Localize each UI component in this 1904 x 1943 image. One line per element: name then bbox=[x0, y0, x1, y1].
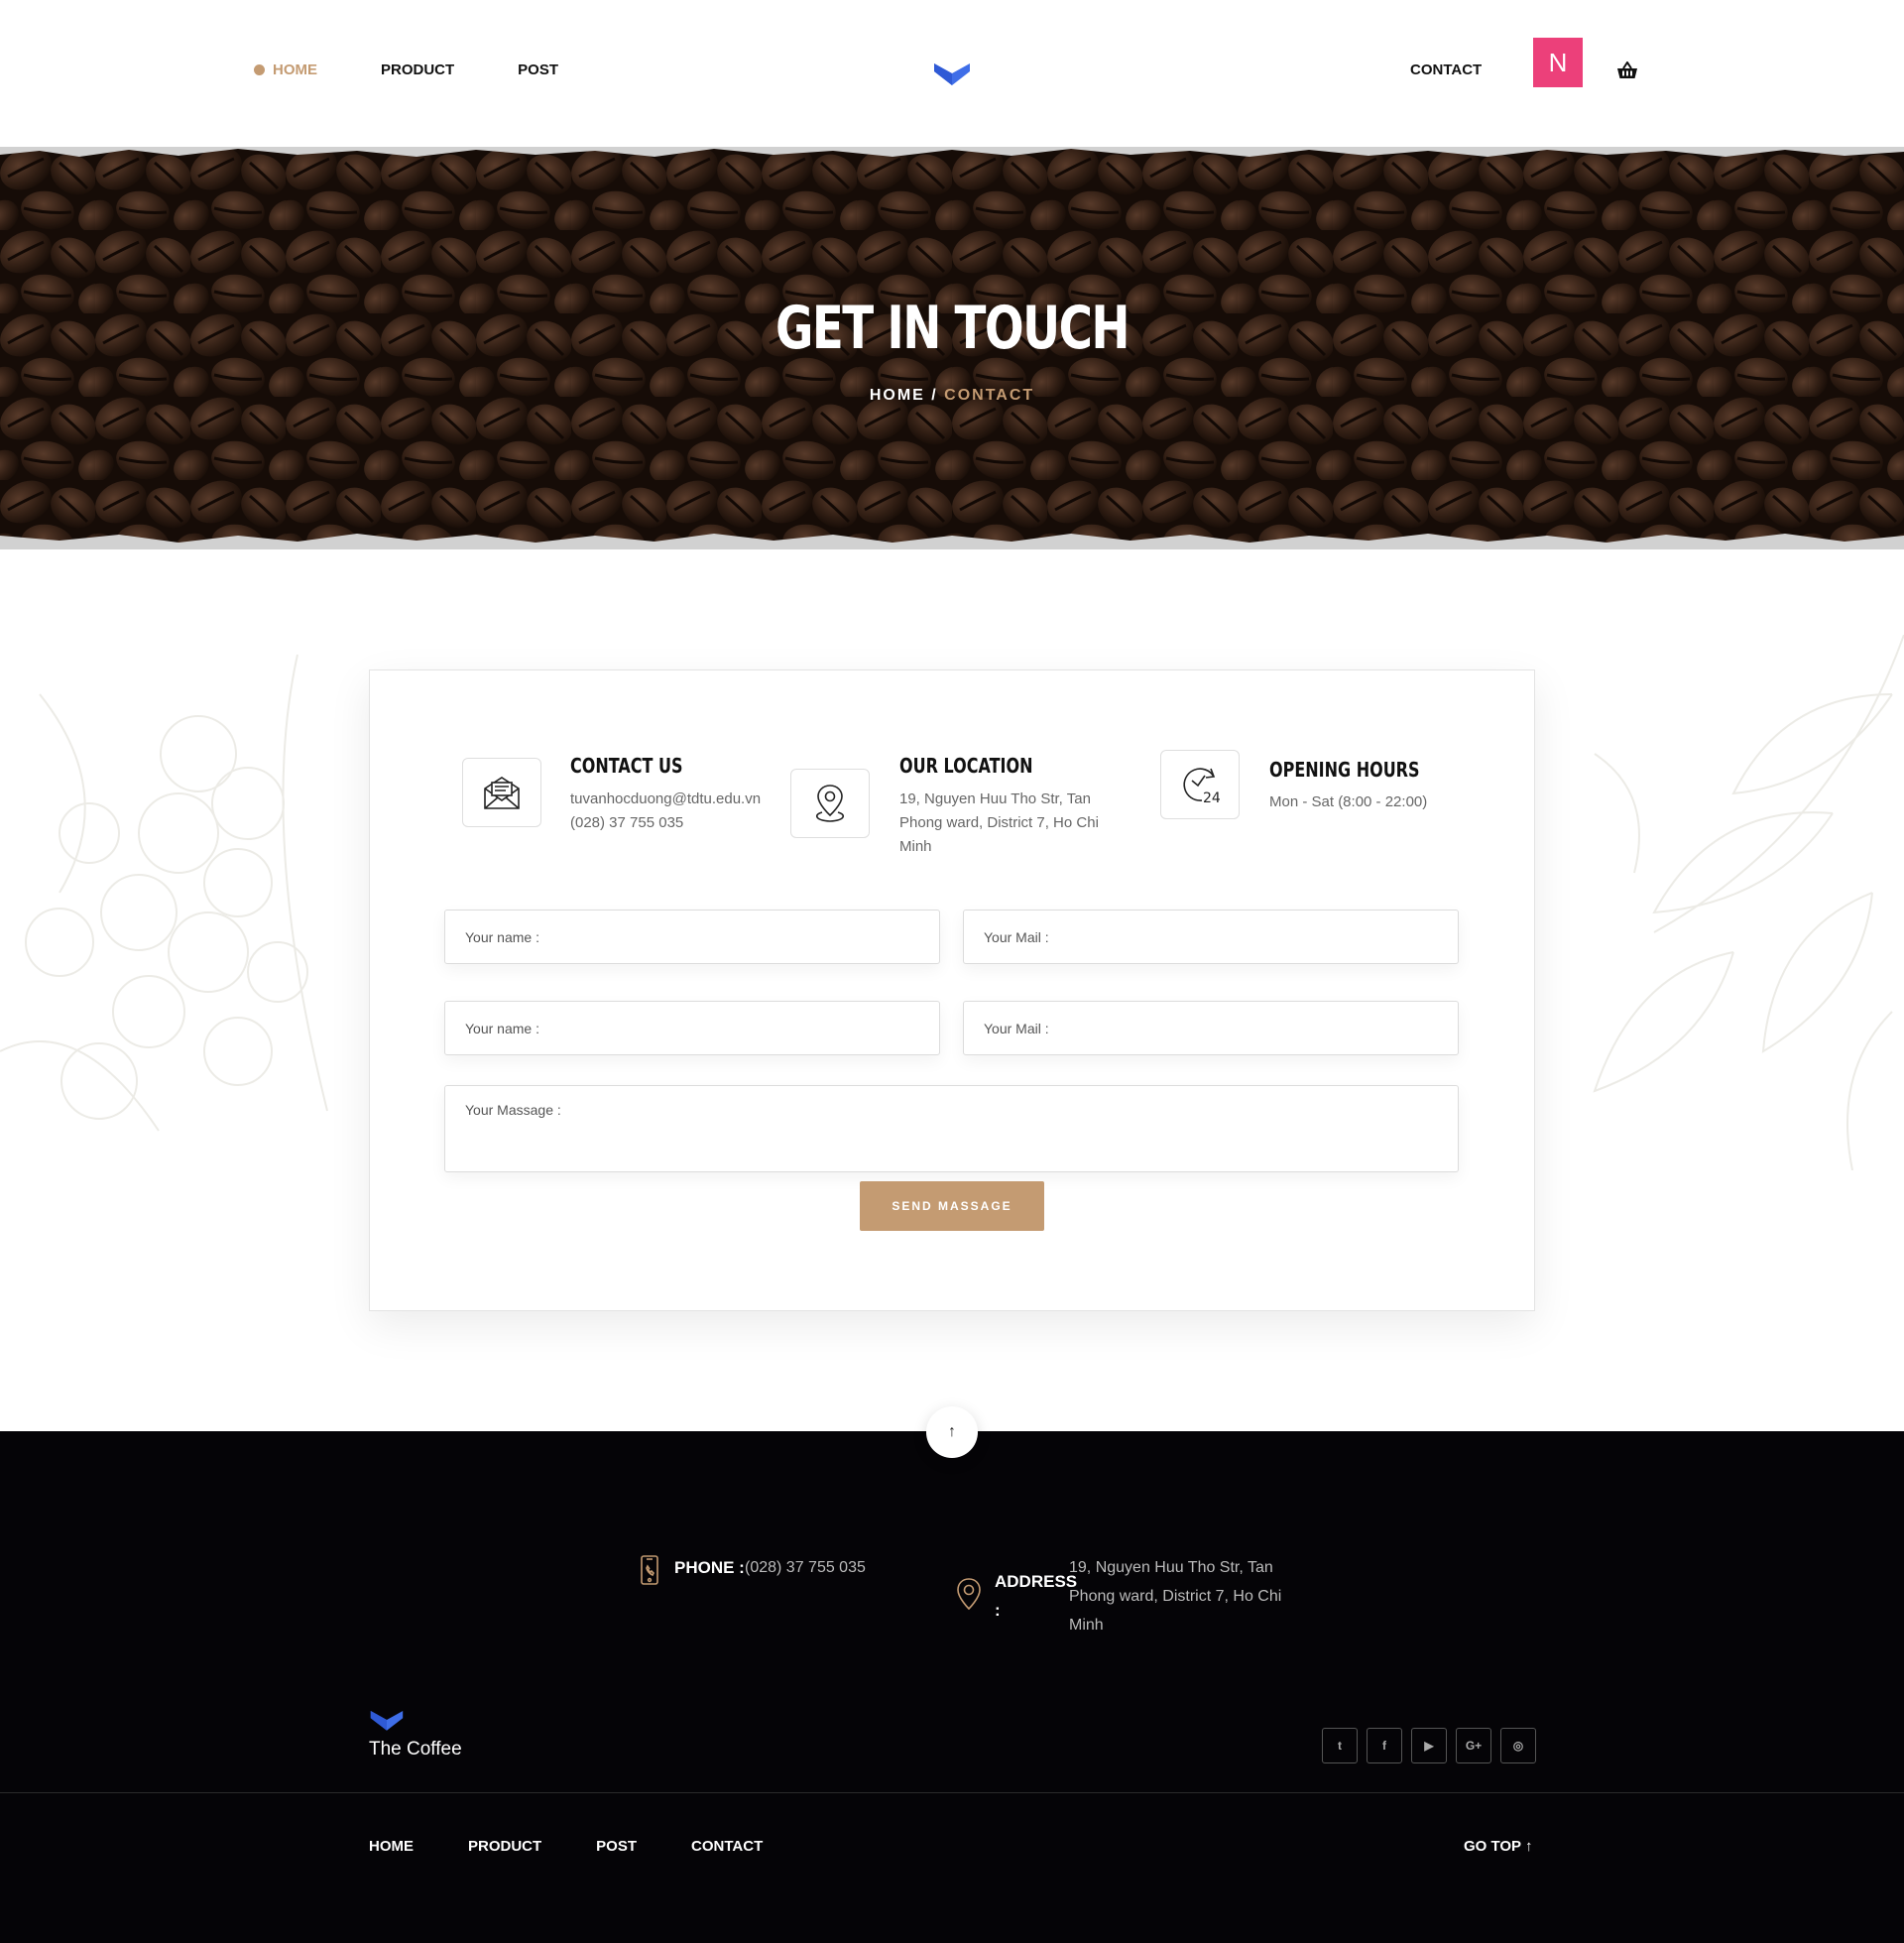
name-input[interactable] bbox=[444, 910, 940, 964]
mail-input[interactable] bbox=[963, 910, 1459, 964]
footer-nav-contact[interactable]: CONTACT bbox=[691, 1838, 763, 1855]
instagram-glyph: ◎ bbox=[1512, 1739, 1524, 1753]
mail-input-2[interactable] bbox=[963, 1001, 1459, 1055]
logo-icon[interactable] bbox=[932, 60, 972, 92]
name-input-2[interactable] bbox=[444, 1001, 940, 1055]
twitter-icon[interactable]: t bbox=[1322, 1728, 1358, 1763]
arrow-up-icon: ↑ bbox=[948, 1423, 956, 1440]
location-line-3: Minh bbox=[899, 838, 932, 855]
mail-icon bbox=[462, 758, 541, 827]
svg-text:24: 24 bbox=[1203, 790, 1221, 806]
nav-post[interactable]: POST bbox=[518, 61, 558, 78]
coffee-leaf-sketch-right bbox=[1593, 635, 1904, 1170]
google-plus-icon[interactable]: G+ bbox=[1456, 1728, 1491, 1763]
breadcrumb: HOME / CONTACT bbox=[0, 387, 1904, 405]
hours-title: OPENING HOURS bbox=[1269, 758, 1420, 782]
footer-nav-post[interactable]: POST bbox=[596, 1838, 637, 1855]
footer-nav: HOME PRODUCT POST CONTACT bbox=[369, 1838, 817, 1855]
map-pin-icon bbox=[790, 769, 870, 838]
message-textarea[interactable] bbox=[444, 1085, 1459, 1172]
location-line-2: Phong ward, District 7, Ho Chi bbox=[899, 814, 1099, 831]
footer-phone-value[interactable]: (028) 37 755 035 bbox=[745, 1553, 866, 1582]
footer-address-label: ADDRESS bbox=[995, 1572, 1078, 1591]
scroll-up-button[interactable]: ↑ bbox=[926, 1406, 978, 1458]
location-line-1: 19, Nguyen Huu Tho Str, Tan bbox=[899, 790, 1091, 807]
main-nav: HOME PRODUCT POST bbox=[254, 61, 622, 78]
location-pin-icon bbox=[955, 1577, 983, 1616]
nav-home[interactable]: HOME bbox=[254, 61, 317, 78]
facebook-glyph: f bbox=[1382, 1739, 1386, 1753]
instagram-icon[interactable]: ◎ bbox=[1500, 1728, 1536, 1763]
nav-product[interactable]: PRODUCT bbox=[381, 61, 454, 78]
contact-phone[interactable]: (028) 37 755 035 bbox=[570, 811, 683, 835]
user-avatar[interactable]: N bbox=[1533, 38, 1583, 87]
social-links: t f ▶ G+ ◎ bbox=[1322, 1728, 1545, 1763]
contact-email[interactable]: tuvanhocduong@tdtu.edu.vn bbox=[570, 788, 761, 811]
contact-us-title: CONTACT US bbox=[570, 754, 683, 778]
contact-card: CONTACT US tuvanhocduong@tdtu.edu.vn (02… bbox=[369, 669, 1535, 1311]
clock-24-icon: 24 bbox=[1160, 750, 1240, 819]
footer-nav-home[interactable]: HOME bbox=[369, 1838, 414, 1855]
footer-phone-label: PHONE : bbox=[674, 1558, 745, 1577]
google-plus-glyph: G+ bbox=[1465, 1739, 1483, 1753]
nav-product-label: PRODUCT bbox=[381, 61, 455, 78]
youtube-glyph: ▶ bbox=[1424, 1739, 1434, 1753]
coffee-branch-sketch-left bbox=[0, 654, 328, 1132]
active-dot bbox=[254, 64, 265, 75]
twitter-glyph: t bbox=[1338, 1739, 1342, 1753]
breadcrumb-separator: / bbox=[924, 387, 945, 404]
breadcrumb-current: CONTACT bbox=[944, 387, 1035, 404]
nav-home-label: HOME bbox=[273, 61, 317, 78]
go-top-link[interactable]: GO TOP ↑ bbox=[1464, 1838, 1532, 1855]
footer-address-colon: : bbox=[995, 1601, 1001, 1620]
footer-nav-product[interactable]: PRODUCT bbox=[468, 1838, 541, 1855]
location-title: OUR LOCATION bbox=[899, 754, 1033, 778]
hero-banner: GET IN TOUCH HOME / CONTACT bbox=[0, 147, 1904, 549]
site-footer: PHONE : (028) 37 755 035 ADDRESS : 19, N… bbox=[0, 1431, 1904, 1943]
page-title: GET IN TOUCH bbox=[775, 294, 1130, 363]
nav-contact[interactable]: CONTACT bbox=[1410, 61, 1482, 78]
send-message-button[interactable]: SEND MASSAGE bbox=[860, 1181, 1044, 1231]
youtube-icon[interactable]: ▶ bbox=[1411, 1728, 1447, 1763]
footer-divider bbox=[0, 1792, 1904, 1793]
facebook-icon[interactable]: f bbox=[1367, 1728, 1402, 1763]
footer-address-line-3: Minh bbox=[1069, 1617, 1104, 1634]
phone-icon bbox=[639, 1555, 660, 1590]
breadcrumb-home[interactable]: HOME bbox=[870, 387, 925, 404]
footer-brand-name: The Coffee bbox=[369, 1739, 462, 1760]
nav-post-label: POST bbox=[518, 61, 559, 78]
cart-basket-icon[interactable] bbox=[1616, 61, 1638, 84]
site-header: HOME PRODUCT POST CONTACT N bbox=[0, 0, 1904, 149]
footer-address-line-1: 19, Nguyen Huu Tho Str, Tan bbox=[1069, 1559, 1273, 1576]
footer-address-line-2: Phong ward, District 7, Ho Chi bbox=[1069, 1588, 1282, 1605]
hours-text: Mon - Sat (8:00 - 22:00) bbox=[1269, 793, 1428, 810]
footer-logo-icon[interactable] bbox=[369, 1707, 405, 1738]
